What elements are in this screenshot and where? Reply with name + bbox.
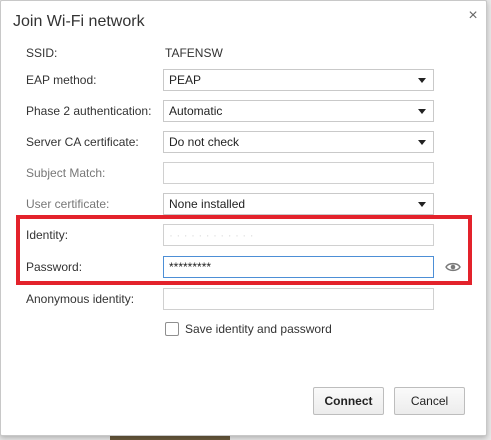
anonymous-identity-row: Anonymous identity: xyxy=(1,286,488,312)
highlight-box xyxy=(16,215,472,285)
eap-method-select[interactable]: PEAP xyxy=(163,69,434,91)
close-icon[interactable]: × xyxy=(463,6,483,26)
chevron-down-icon xyxy=(418,140,426,145)
user-certificate-select[interactable]: None installed xyxy=(163,193,434,215)
user-certificate-value: None installed xyxy=(169,197,246,211)
phase2-auth-label: Phase 2 authentication: xyxy=(26,104,152,118)
user-certificate-label: User certificate: xyxy=(26,197,110,211)
server-ca-row: Server CA certificate: Do not check xyxy=(1,129,488,155)
subject-match-input[interactable] xyxy=(163,162,434,184)
eap-method-row: EAP method: PEAP xyxy=(1,67,488,93)
ssid-value: TAFENSW xyxy=(165,46,223,60)
chevron-down-icon xyxy=(418,202,426,207)
anonymous-identity-label: Anonymous identity: xyxy=(26,292,135,306)
chevron-down-icon xyxy=(418,78,426,83)
dialog-title: Join Wi-Fi network xyxy=(13,13,145,30)
eap-method-value: PEAP xyxy=(169,73,202,87)
server-ca-value: Do not check xyxy=(169,135,240,149)
cancel-button[interactable]: Cancel xyxy=(394,387,465,415)
subject-match-row: Subject Match: xyxy=(1,160,488,186)
chevron-down-icon xyxy=(418,109,426,114)
phase2-auth-select[interactable]: Automatic xyxy=(163,100,434,122)
user-certificate-row: User certificate: None installed xyxy=(1,191,488,217)
ssid-row: SSID: TAFENSW xyxy=(1,40,488,66)
save-identity-label: Save identity and password xyxy=(185,322,332,336)
server-ca-select[interactable]: Do not check xyxy=(163,131,434,153)
server-ca-label: Server CA certificate: xyxy=(26,135,139,149)
phase2-auth-row: Phase 2 authentication: Automatic xyxy=(1,98,488,124)
eap-method-label: EAP method: xyxy=(26,73,97,87)
phase2-auth-value: Automatic xyxy=(169,104,223,118)
save-identity-checkbox[interactable] xyxy=(165,322,179,336)
ssid-label: SSID: xyxy=(26,46,58,60)
subject-match-label: Subject Match: xyxy=(26,166,106,180)
connect-button[interactable]: Connect xyxy=(313,387,384,415)
anonymous-identity-input[interactable] xyxy=(163,288,434,310)
